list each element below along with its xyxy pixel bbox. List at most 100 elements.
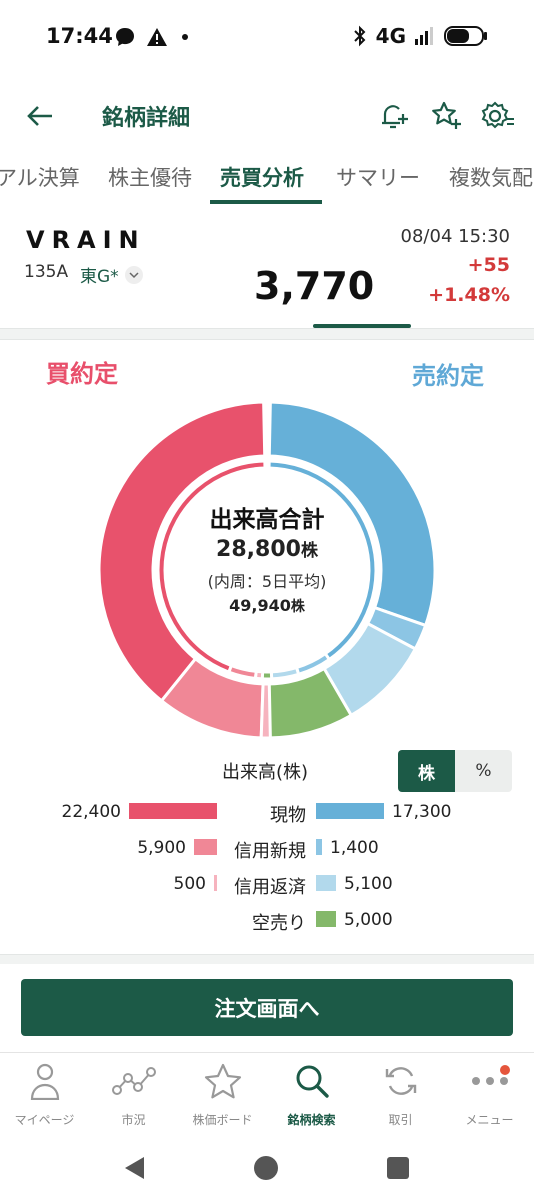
back-button[interactable] xyxy=(22,98,58,134)
market-label: 東G* xyxy=(80,267,119,287)
buy-volume-bar xyxy=(129,803,217,819)
legend-row: 500 信用返済 5,100 xyxy=(0,868,534,902)
legend-row: 5,900 信用新規 1,400 xyxy=(0,832,534,866)
nav-market[interactable]: 市況 xyxy=(89,1061,178,1131)
page-title: 銘柄詳細 xyxy=(102,106,191,131)
sell-volume-value: 1,400 xyxy=(330,838,379,858)
nav-label: 銘柄検索 xyxy=(287,1113,336,1127)
tab-earnings[interactable]: アル決算 xyxy=(0,162,80,192)
total-volume: 28,800株 xyxy=(97,536,437,562)
section-divider-bottom xyxy=(0,954,534,964)
sell-volume-value: 5,000 xyxy=(344,910,393,930)
toggle-shares[interactable]: 株 xyxy=(398,750,455,792)
stock-code: 135A xyxy=(24,262,69,282)
star-icon xyxy=(201,1061,245,1101)
section-divider xyxy=(0,328,534,340)
nav-menu[interactable]: メニュー xyxy=(445,1061,534,1131)
price-timestamp: 08/04 15:30 xyxy=(400,226,510,247)
bell-plus-icon xyxy=(382,105,408,129)
system-back-button[interactable] xyxy=(118,1152,150,1184)
bluetooth-icon xyxy=(353,25,366,47)
sell-volume-bar xyxy=(316,875,336,891)
status-notification-icons xyxy=(114,26,192,48)
add-alert-button[interactable] xyxy=(374,96,414,136)
buy-volume-bar xyxy=(194,839,217,855)
nav-label: 取引 xyxy=(388,1113,413,1127)
buy-execution-label: 買約定 xyxy=(46,360,118,388)
nav-stock-board[interactable]: 株価ボード xyxy=(178,1061,267,1131)
status-time: 17:44 xyxy=(46,24,113,48)
system-home-button[interactable] xyxy=(250,1152,282,1184)
chevron-down-icon xyxy=(124,265,143,284)
bottom-navigation: マイページ 市況 株価ボード 銘柄検索 取引 メニュー xyxy=(0,1052,534,1132)
stock-summary: VRAIN 135A 東G* 3,770 08/04 15:30 +55 +1.… xyxy=(0,210,534,330)
circle-home-icon xyxy=(254,1156,278,1180)
inner-ring-note: (内周：5日平均) xyxy=(207,572,327,591)
legend-category-label: 信用返済 xyxy=(234,877,306,898)
system-recents-button[interactable] xyxy=(382,1152,414,1184)
sell-volume-bar xyxy=(316,803,384,819)
buy-volume-bar xyxy=(214,875,217,891)
market-selector[interactable]: 東G* xyxy=(80,262,143,287)
search-icon xyxy=(290,1061,334,1101)
tab-trade-analysis[interactable]: 売買分析 xyxy=(220,162,304,192)
nav-label: 市況 xyxy=(121,1113,146,1127)
settings-icon xyxy=(481,101,514,129)
app-header: 銘柄詳細 xyxy=(0,84,534,148)
average-volume: 49,940株 xyxy=(97,596,437,616)
buy-volume-value: 22,400 xyxy=(61,802,121,822)
arrow-left-icon xyxy=(27,106,52,126)
donut-center-title: 出来高合計 xyxy=(209,507,325,533)
network-type: 4G xyxy=(375,24,406,48)
price-change-percent: +1.48% xyxy=(428,284,510,306)
signal-icon xyxy=(415,27,433,45)
buy-volume-value: 500 xyxy=(173,874,206,894)
status-system-icons: 4G xyxy=(352,24,488,48)
sell-volume-bar xyxy=(316,839,322,855)
average-volume-value: 49,940 xyxy=(229,596,291,615)
tab-summary[interactable]: サマリー xyxy=(336,162,420,192)
square-recents-icon xyxy=(387,1157,409,1179)
header-actions xyxy=(374,96,518,136)
battery-icon xyxy=(444,26,487,46)
tab-shareholder-benefits[interactable]: 株主優待 xyxy=(108,162,192,192)
triangle-back-icon xyxy=(125,1157,144,1179)
nav-label: マイページ xyxy=(14,1113,75,1127)
stock-price: 3,770 xyxy=(254,264,375,308)
buy-volume-value: 5,900 xyxy=(137,838,186,858)
notification-dot xyxy=(499,1065,510,1075)
nav-trade[interactable]: 取引 xyxy=(356,1061,445,1131)
tab-multi-quote[interactable]: 複数気配 xyxy=(449,162,533,192)
chat-bubble-icon xyxy=(116,28,134,46)
market-trend-icon xyxy=(111,1061,156,1101)
nav-label: メニュー xyxy=(465,1113,514,1127)
add-favorite-button[interactable] xyxy=(426,96,466,136)
star-plus-icon xyxy=(432,101,461,129)
settings-button[interactable] xyxy=(478,96,518,136)
sell-volume-value: 17,300 xyxy=(392,802,452,822)
refresh-icon xyxy=(379,1061,423,1101)
nav-label: 株価ボード xyxy=(192,1113,253,1127)
average-volume-unit: 株 xyxy=(290,599,305,615)
more-dots-icon xyxy=(468,1061,512,1101)
nav-stock-search[interactable]: 銘柄検索 xyxy=(267,1061,356,1131)
legend-row: 空売り 5,000 xyxy=(0,904,534,938)
status-bar: 17:44 4G xyxy=(0,0,534,76)
legend-title: 出来高(株) xyxy=(222,762,309,783)
nav-mypage[interactable]: マイページ xyxy=(0,1061,89,1131)
price-change: +55 xyxy=(467,254,510,276)
legend-row: 22,400 現物 17,300 xyxy=(0,796,534,830)
detail-tabs: アル決算 株主優待 売買分析 サマリー 複数気配 xyxy=(0,152,534,208)
dot-icon xyxy=(182,34,188,40)
system-navigation xyxy=(0,1136,534,1200)
order-screen-button[interactable]: 注文画面へ xyxy=(21,979,513,1036)
legend-category-label: 空売り xyxy=(252,913,306,934)
legend-category-label: 信用新規 xyxy=(234,841,306,862)
person-icon xyxy=(23,1061,67,1101)
toggle-percent[interactable]: % xyxy=(455,750,512,792)
legend-category-label: 現物 xyxy=(270,805,306,826)
active-tab-indicator xyxy=(210,200,322,204)
total-volume-value: 28,800 xyxy=(216,537,301,562)
unit-toggle: 株 % xyxy=(398,750,512,792)
legend-header: 出来高(株) 株 % xyxy=(0,750,534,794)
